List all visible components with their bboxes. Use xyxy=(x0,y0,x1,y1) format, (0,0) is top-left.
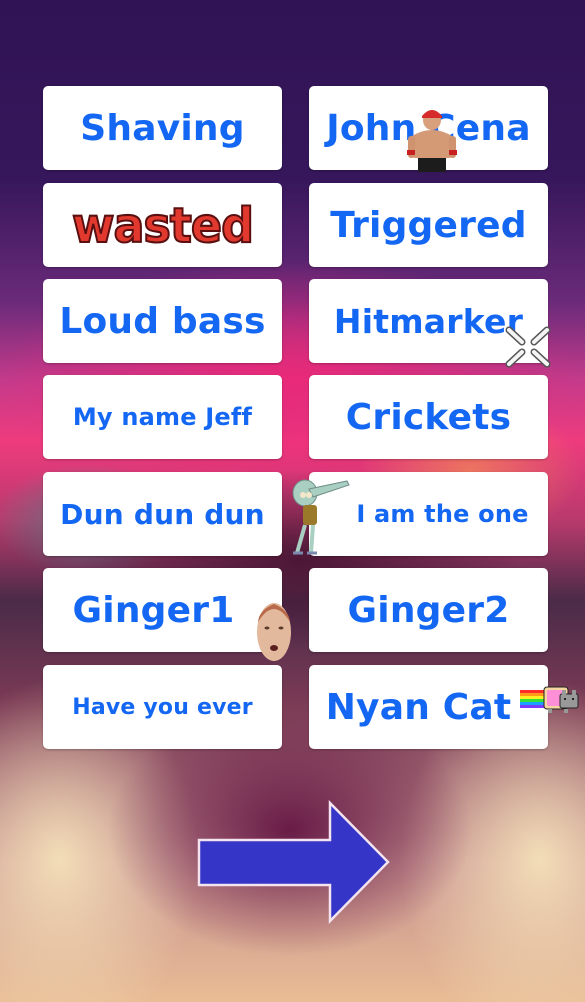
sound-button-label: Nyan Cat xyxy=(325,686,512,728)
sound-button-label: Dun dun dun xyxy=(60,497,265,531)
sound-button-label: Ginger2 xyxy=(347,589,510,631)
sound-button-triggered[interactable]: Triggered xyxy=(309,183,548,267)
sound-button-hitmarker[interactable]: Hitmarker xyxy=(309,279,548,363)
sound-button-shaving[interactable]: Shaving xyxy=(43,86,282,170)
sound-button-i-am-the-one[interactable]: I am the one xyxy=(309,472,548,556)
sound-button-ginger1[interactable]: Ginger1 xyxy=(43,568,282,652)
sound-button-label: Loud bass xyxy=(59,300,266,342)
sound-button-dun-dun-dun[interactable]: Dun dun dun xyxy=(43,472,282,556)
sound-button-have-you-ever[interactable]: Have you ever xyxy=(43,665,282,749)
sound-button-label: Hitmarker xyxy=(333,301,524,341)
sound-button-loud-bass[interactable]: Loud bass xyxy=(43,279,282,363)
sound-button-label: Have you ever xyxy=(72,694,253,720)
sound-button-my-name-jeff[interactable]: My name Jeff xyxy=(43,375,282,459)
sound-button-label: I am the one xyxy=(356,500,529,528)
sound-button-label: John Cena xyxy=(326,107,531,149)
sound-button-label: Triggered xyxy=(330,204,527,246)
sound-button-ginger2[interactable]: Ginger2 xyxy=(309,568,548,652)
wasted-logo-label: wasted xyxy=(71,196,255,255)
sound-button-label: Shaving xyxy=(80,107,245,149)
sound-button-john-cena[interactable]: John Cena xyxy=(309,86,548,170)
sound-button-wasted[interactable]: wasted xyxy=(43,183,282,267)
sound-button-crickets[interactable]: Crickets xyxy=(309,375,548,459)
sound-button-label: Ginger1 xyxy=(72,589,235,631)
sound-button-label: Crickets xyxy=(345,396,512,438)
sound-button-nyan-cat[interactable]: Nyan Cat xyxy=(309,665,548,749)
sound-button-label: My name Jeff xyxy=(72,403,253,431)
next-arrow-button[interactable] xyxy=(196,800,392,924)
right-arrow-icon xyxy=(197,800,390,924)
